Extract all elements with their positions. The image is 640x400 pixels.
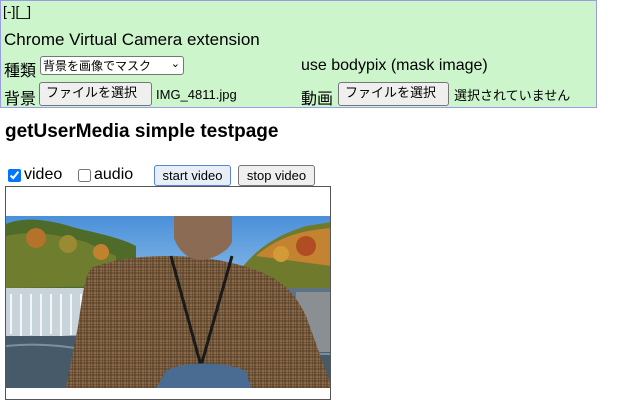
kind-select[interactable]: 背景を画像でマスク ⌄ bbox=[40, 56, 184, 75]
extension-panel: [-][_] Chrome Virtual Camera extension 種… bbox=[0, 0, 597, 108]
background-file-name: IMG_4811.jpg bbox=[156, 87, 237, 102]
background-file-button[interactable]: ファイルを選択 bbox=[39, 82, 152, 106]
video-option-label: video bbox=[24, 166, 63, 183]
kind-label: 種類 bbox=[4, 63, 37, 80]
video-file-name: 選択されていません bbox=[454, 89, 571, 104]
start-video-button[interactable]: start video bbox=[154, 165, 231, 186]
background-label: 背景 bbox=[4, 91, 37, 108]
page-title: getUserMedia simple testpage bbox=[5, 121, 279, 142]
video-option[interactable]: video bbox=[8, 166, 62, 184]
audio-option[interactable]: audio bbox=[78, 166, 133, 184]
mode-description: use bodypix (mask image) bbox=[301, 57, 488, 74]
kind-select-value: 背景を画像でマスク bbox=[43, 59, 152, 73]
window-controls[interactable]: [-][_] bbox=[3, 3, 31, 19]
video-image bbox=[6, 216, 330, 388]
video-checkbox[interactable] bbox=[8, 168, 21, 182]
stop-video-button[interactable]: stop video bbox=[238, 165, 315, 186]
chevron-down-icon: ⌄ bbox=[170, 57, 180, 70]
video-file-button[interactable]: ファイルを選択 bbox=[338, 82, 449, 106]
audio-checkbox[interactable] bbox=[78, 168, 91, 182]
extension-title: Chrome Virtual Camera extension bbox=[4, 30, 260, 49]
video-preview bbox=[5, 186, 331, 400]
audio-option-label: audio bbox=[94, 166, 134, 183]
video-file-label: 動画 bbox=[301, 91, 334, 108]
